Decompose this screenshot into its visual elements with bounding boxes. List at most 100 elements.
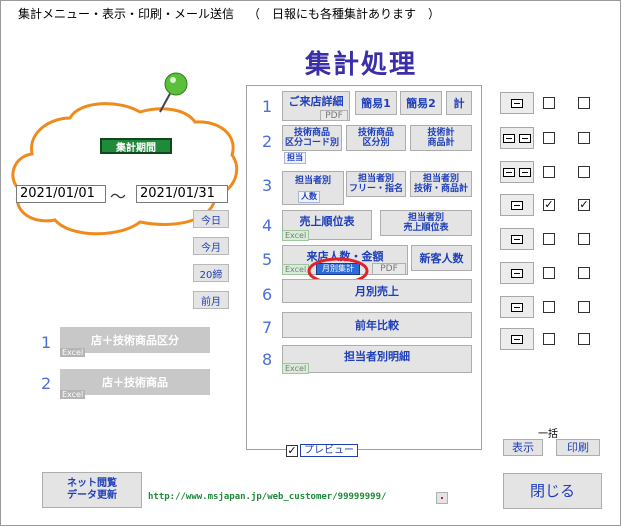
staff-sales-ranking-label-1: 担当者別 bbox=[407, 213, 444, 223]
url-action-button[interactable] bbox=[436, 492, 448, 504]
bulk-show-button[interactable]: 表示 bbox=[503, 439, 543, 456]
mail-icon bbox=[511, 98, 523, 108]
print-checkbox-2[interactable] bbox=[578, 132, 590, 144]
print-checkbox-8[interactable] bbox=[578, 333, 590, 345]
show-checkbox-1[interactable] bbox=[543, 97, 555, 109]
net-data-update-label-2: データ更新 bbox=[67, 490, 117, 501]
store-tech-category-label: 店＋技術商品区分 bbox=[91, 333, 179, 347]
visit-detail-pdf-tag[interactable]: PDF bbox=[320, 110, 348, 121]
header-note: （ 日報にも各種集計あります ） bbox=[248, 7, 441, 21]
tech-product-total-button[interactable]: 技術計 商品計 bbox=[410, 125, 472, 151]
tech-category-code-label-2: 区分コード別 bbox=[284, 138, 339, 148]
mail-icon bbox=[511, 334, 523, 344]
mail-button-5[interactable] bbox=[500, 228, 534, 250]
yoy-comparison-button[interactable]: 前年比較 bbox=[282, 312, 472, 338]
print-checkbox-7[interactable] bbox=[578, 301, 590, 313]
row-6-number: 6 bbox=[262, 285, 273, 304]
staff-headcount-tag[interactable]: 人数 bbox=[298, 191, 320, 203]
today-button[interactable]: 今日 bbox=[193, 210, 229, 228]
show-checkbox-4[interactable]: ✓ bbox=[543, 199, 555, 211]
tech-category-staff-tag[interactable]: 担当 bbox=[284, 152, 306, 164]
staff-tech-product-label-1: 担当者別 bbox=[422, 174, 459, 184]
row-8-number: 8 bbox=[262, 350, 273, 369]
period-label: 集計期間 bbox=[100, 138, 172, 154]
net-data-update-button[interactable]: ネット閲覧 データ更新 bbox=[42, 472, 142, 508]
show-checkbox-2[interactable] bbox=[543, 132, 555, 144]
simple-2-button[interactable]: 簡易2 bbox=[400, 91, 442, 115]
preview-label: プレビュー bbox=[300, 444, 358, 457]
show-checkbox-6[interactable] bbox=[543, 267, 555, 279]
mail-button-2[interactable] bbox=[500, 127, 534, 149]
this-month-button[interactable]: 今月 bbox=[193, 237, 229, 255]
date-tilde: 〜 bbox=[110, 187, 127, 206]
tech-total-label: 技術計 bbox=[427, 128, 455, 138]
mail-icon bbox=[519, 167, 532, 177]
staff-detail-button[interactable]: 担当者別明細 bbox=[282, 345, 472, 373]
row-1-number: 1 bbox=[262, 97, 273, 116]
store-tech-product-label: 店＋技術商品 bbox=[102, 375, 168, 389]
row-4-number: 4 bbox=[262, 216, 273, 235]
mail-icon bbox=[511, 302, 523, 312]
store-tech-category-excel-tag: Excel bbox=[60, 348, 86, 357]
tech-category-code-button[interactable]: 技術商品 区分コード別 bbox=[282, 125, 342, 151]
sales-ranking-excel-tag[interactable]: Excel bbox=[282, 230, 310, 241]
page-title: 集計処理 bbox=[305, 50, 418, 80]
mail-icon bbox=[511, 268, 523, 278]
tech-category-code-label-1: 技術商品 bbox=[293, 128, 330, 138]
show-checkbox-7[interactable] bbox=[543, 301, 555, 313]
simple-1-button[interactable]: 簡易1 bbox=[355, 91, 397, 115]
print-checkbox-4[interactable]: ✓ bbox=[578, 199, 590, 211]
mail-icon bbox=[511, 234, 523, 244]
left-item-1-number: 1 bbox=[41, 333, 52, 352]
mail-button-1[interactable] bbox=[500, 92, 534, 114]
mail-icon bbox=[511, 200, 523, 210]
sales-ranking-label: 売上順位表 bbox=[299, 215, 355, 228]
bulk-print-button[interactable]: 印刷 bbox=[556, 439, 600, 456]
staff-sales-ranking-label-2: 売上順位表 bbox=[403, 223, 449, 233]
show-checkbox-5[interactable] bbox=[543, 233, 555, 245]
mail-button-4[interactable] bbox=[500, 194, 534, 216]
mail-icon bbox=[519, 133, 532, 143]
row-5-number: 5 bbox=[262, 250, 273, 269]
print-checkbox-1[interactable] bbox=[578, 97, 590, 109]
date-to-input[interactable]: 2021/01/31 bbox=[136, 185, 228, 203]
cutoff-20-button[interactable]: 20締 bbox=[193, 264, 229, 282]
print-checkbox-3[interactable] bbox=[578, 166, 590, 178]
bulk-label: 一括 bbox=[538, 429, 558, 440]
staff-free-nominate-label-1: 担当者別 bbox=[357, 174, 394, 184]
staff-detail-label: 担当者別明細 bbox=[344, 350, 410, 363]
staff-tech-product-button[interactable]: 担当者別 技術・商品計 bbox=[410, 171, 472, 197]
staff-free-nominate-button[interactable]: 担当者別 フリー・指名 bbox=[346, 171, 406, 197]
left-item-2-number: 2 bbox=[41, 374, 52, 393]
monthly-sales-button[interactable]: 月別売上 bbox=[282, 279, 472, 303]
tech-category-label-1: 技術商品 bbox=[357, 128, 394, 138]
show-checkbox-3[interactable] bbox=[543, 166, 555, 178]
mail-button-7[interactable] bbox=[500, 296, 534, 318]
close-button[interactable]: 閉じる bbox=[503, 473, 602, 509]
print-checkbox-6[interactable] bbox=[578, 267, 590, 279]
last-month-button[interactable]: 前月 bbox=[193, 291, 229, 309]
mail-button-6[interactable] bbox=[500, 262, 534, 284]
row-7-number: 7 bbox=[262, 318, 273, 337]
url-action-dot-icon bbox=[441, 497, 443, 499]
preview-toggle[interactable]: ✓ プレビュー bbox=[286, 444, 358, 457]
preview-checkbox[interactable]: ✓ bbox=[286, 444, 298, 457]
total-button[interactable]: 計 bbox=[446, 91, 472, 115]
mail-icon bbox=[502, 167, 515, 177]
staff-sales-ranking-button[interactable]: 担当者別 売上順位表 bbox=[380, 210, 472, 236]
visitors-amount-pdf-tag[interactable]: PDF bbox=[372, 263, 406, 275]
product-total-label: 商品計 bbox=[427, 138, 455, 148]
show-checkbox-8[interactable] bbox=[543, 333, 555, 345]
new-customers-button[interactable]: 新客人数 bbox=[411, 245, 472, 271]
date-from-input[interactable]: 2021/01/01 bbox=[16, 185, 106, 203]
row-3-number: 3 bbox=[262, 176, 273, 195]
mail-button-3[interactable] bbox=[500, 161, 534, 183]
staff-free-nominate-label-2: フリー・指名 bbox=[348, 184, 403, 194]
print-checkbox-5[interactable] bbox=[578, 233, 590, 245]
tech-category-button[interactable]: 技術商品 区分別 bbox=[346, 125, 406, 151]
header-title: 集計メニュー・表示・印刷・メール送信 bbox=[18, 7, 235, 21]
staff-detail-excel-tag[interactable]: Excel bbox=[282, 363, 310, 374]
mail-button-8[interactable] bbox=[500, 328, 534, 350]
web-url[interactable]: http://www.msjapan.jp/web_customer/99999… bbox=[148, 492, 386, 502]
row-2-number: 2 bbox=[262, 132, 273, 151]
